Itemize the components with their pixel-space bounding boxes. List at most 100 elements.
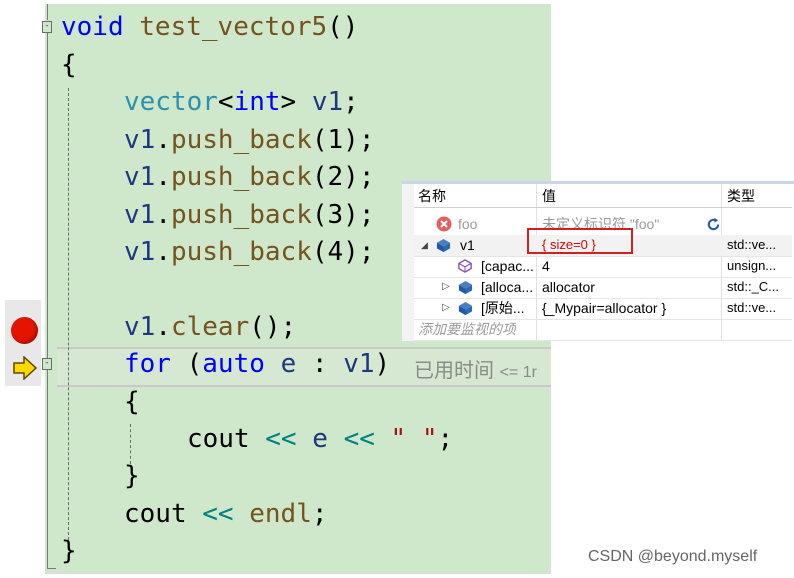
code-line-cout-endl: cout << endl; — [124, 499, 328, 529]
watch-type: std::ve... — [727, 300, 777, 315]
brace: { — [61, 50, 77, 80]
refresh-icon[interactable] — [706, 217, 721, 232]
watch-value: {_Mypair=allocator } — [542, 300, 667, 316]
code-line-close-brace: } — [61, 536, 77, 566]
dot: . — [155, 237, 171, 267]
watch-row-allocator[interactable]: ▷ [alloca... allocator std::_C... — [414, 277, 792, 299]
watch-header: 名称 值 类型 — [414, 186, 792, 208]
header-value[interactable]: 值 — [542, 186, 556, 207]
method-push-back: push_back — [170, 200, 312, 230]
indent-guide — [68, 88, 69, 550]
watch-name: [capac... — [481, 258, 534, 274]
elapsed-time-hint: 已用时间 <= 1r — [414, 354, 537, 383]
code-line-declaration: vector<int> v1; — [124, 87, 359, 117]
gt: > — [280, 87, 297, 117]
method-clear: clear — [170, 312, 250, 342]
lt: < — [217, 87, 234, 117]
header-name[interactable]: 名称 — [418, 186, 446, 207]
keyword-for: for — [124, 349, 171, 379]
elapsed-label: 已用时间 — [414, 360, 494, 382]
add-watch-row[interactable]: 添加要监视的项 — [414, 319, 792, 341]
variable-e: e — [312, 424, 328, 454]
add-watch-placeholder[interactable]: 添加要监视的项 — [418, 319, 516, 340]
method-push-back: push_back — [170, 162, 312, 192]
operator: << — [202, 499, 234, 529]
method-push-back: push_back — [170, 237, 312, 267]
cout: cout — [124, 499, 187, 529]
code-line-inner-close: } — [124, 461, 140, 491]
method-push-back: push_back — [170, 125, 312, 155]
code-line-for: for (auto e : v1) — [124, 349, 390, 379]
outline-end — [47, 568, 56, 569]
object-icon — [436, 238, 451, 253]
brace: } — [124, 461, 140, 491]
args: (2); — [311, 162, 375, 192]
paren: ) — [374, 349, 391, 379]
watch-name: [alloca... — [481, 279, 534, 295]
semicolon: ; — [311, 499, 328, 529]
parens: () — [327, 12, 359, 42]
object-icon — [458, 280, 473, 295]
type-vector: vector — [124, 87, 218, 117]
code-line-cout-e: cout << e << " "; — [187, 424, 453, 454]
current-statement-arrow-icon — [13, 356, 38, 380]
args: (); — [249, 312, 297, 342]
watch-row-raw[interactable]: ▷ [原始... {_Mypair=allocator } std::ve... — [414, 298, 792, 320]
watch-row-capacity[interactable]: [capac... 4 unsign... — [414, 256, 792, 278]
code-line-inner-open: { — [124, 387, 140, 417]
code-line-push-2: v1.push_back(2); — [124, 162, 374, 192]
watch-value: 4 — [542, 258, 550, 274]
cout: cout — [187, 424, 250, 454]
variable-e: e — [280, 349, 297, 379]
watch-type: std::_C... — [727, 279, 780, 294]
args: (3); — [311, 200, 375, 230]
dot: . — [155, 162, 171, 192]
variable-v1: v1 — [124, 200, 156, 230]
header-type[interactable]: 类型 — [727, 186, 755, 207]
colon: : — [296, 349, 344, 379]
watch-name: v1 — [460, 237, 475, 253]
code-line-open-brace: { — [61, 50, 77, 80]
brace: } — [61, 536, 77, 566]
fold-toggle[interactable]: - — [42, 358, 52, 370]
expand-arrow-icon[interactable]: ▷ — [442, 298, 450, 319]
expand-arrow-icon[interactable]: ▷ — [442, 277, 450, 298]
error-icon — [436, 216, 452, 232]
code-line-clear: v1.clear(); — [124, 312, 296, 342]
semicolon: ; — [437, 424, 454, 454]
watch-type: std::ve... — [727, 237, 777, 252]
variable-v1: v1 — [124, 237, 156, 267]
endl: endl — [249, 499, 312, 529]
paren: ( — [170, 349, 203, 379]
watch-name: [原始... — [481, 300, 525, 316]
variable-v1: v1 — [343, 349, 375, 379]
operator: << — [343, 424, 375, 454]
args: (4); — [311, 237, 375, 267]
keyword-int: int — [233, 87, 281, 117]
variable-v1: v1 — [124, 125, 156, 155]
code-line-push-1: v1.push_back(1); — [124, 125, 374, 155]
dot: . — [155, 125, 171, 155]
outline-line — [47, 33, 48, 568]
watch-type: unsign... — [727, 258, 777, 273]
function-name: test_vector5 — [139, 12, 328, 42]
breakpoint-icon[interactable] — [11, 317, 38, 344]
collapse-arrow-icon[interactable]: ◢ — [421, 235, 428, 256]
string-literal: " " — [390, 424, 438, 454]
fold-toggle[interactable]: - — [42, 21, 52, 33]
keyword-auto: auto — [202, 349, 265, 379]
code-line-push-4: v1.push_back(4); — [124, 237, 374, 267]
args: (1); — [311, 125, 375, 155]
watch-margin — [402, 184, 414, 341]
field-icon — [458, 259, 472, 273]
watch-window[interactable]: 名称 值 类型 foo 未定义标识符 "foo" ◢ v1 { size=0 }… — [402, 181, 794, 341]
indent-guide — [130, 424, 131, 464]
watermark: CSDN @beyond.myself — [588, 548, 758, 565]
variable-v1: v1 — [124, 162, 156, 192]
keyword-void: void — [61, 12, 124, 42]
dot: . — [155, 312, 171, 342]
brace: { — [124, 387, 140, 417]
dot: . — [155, 200, 171, 230]
code-line-push-3: v1.push_back(3); — [124, 200, 374, 230]
variable-v1: v1 — [124, 312, 156, 342]
